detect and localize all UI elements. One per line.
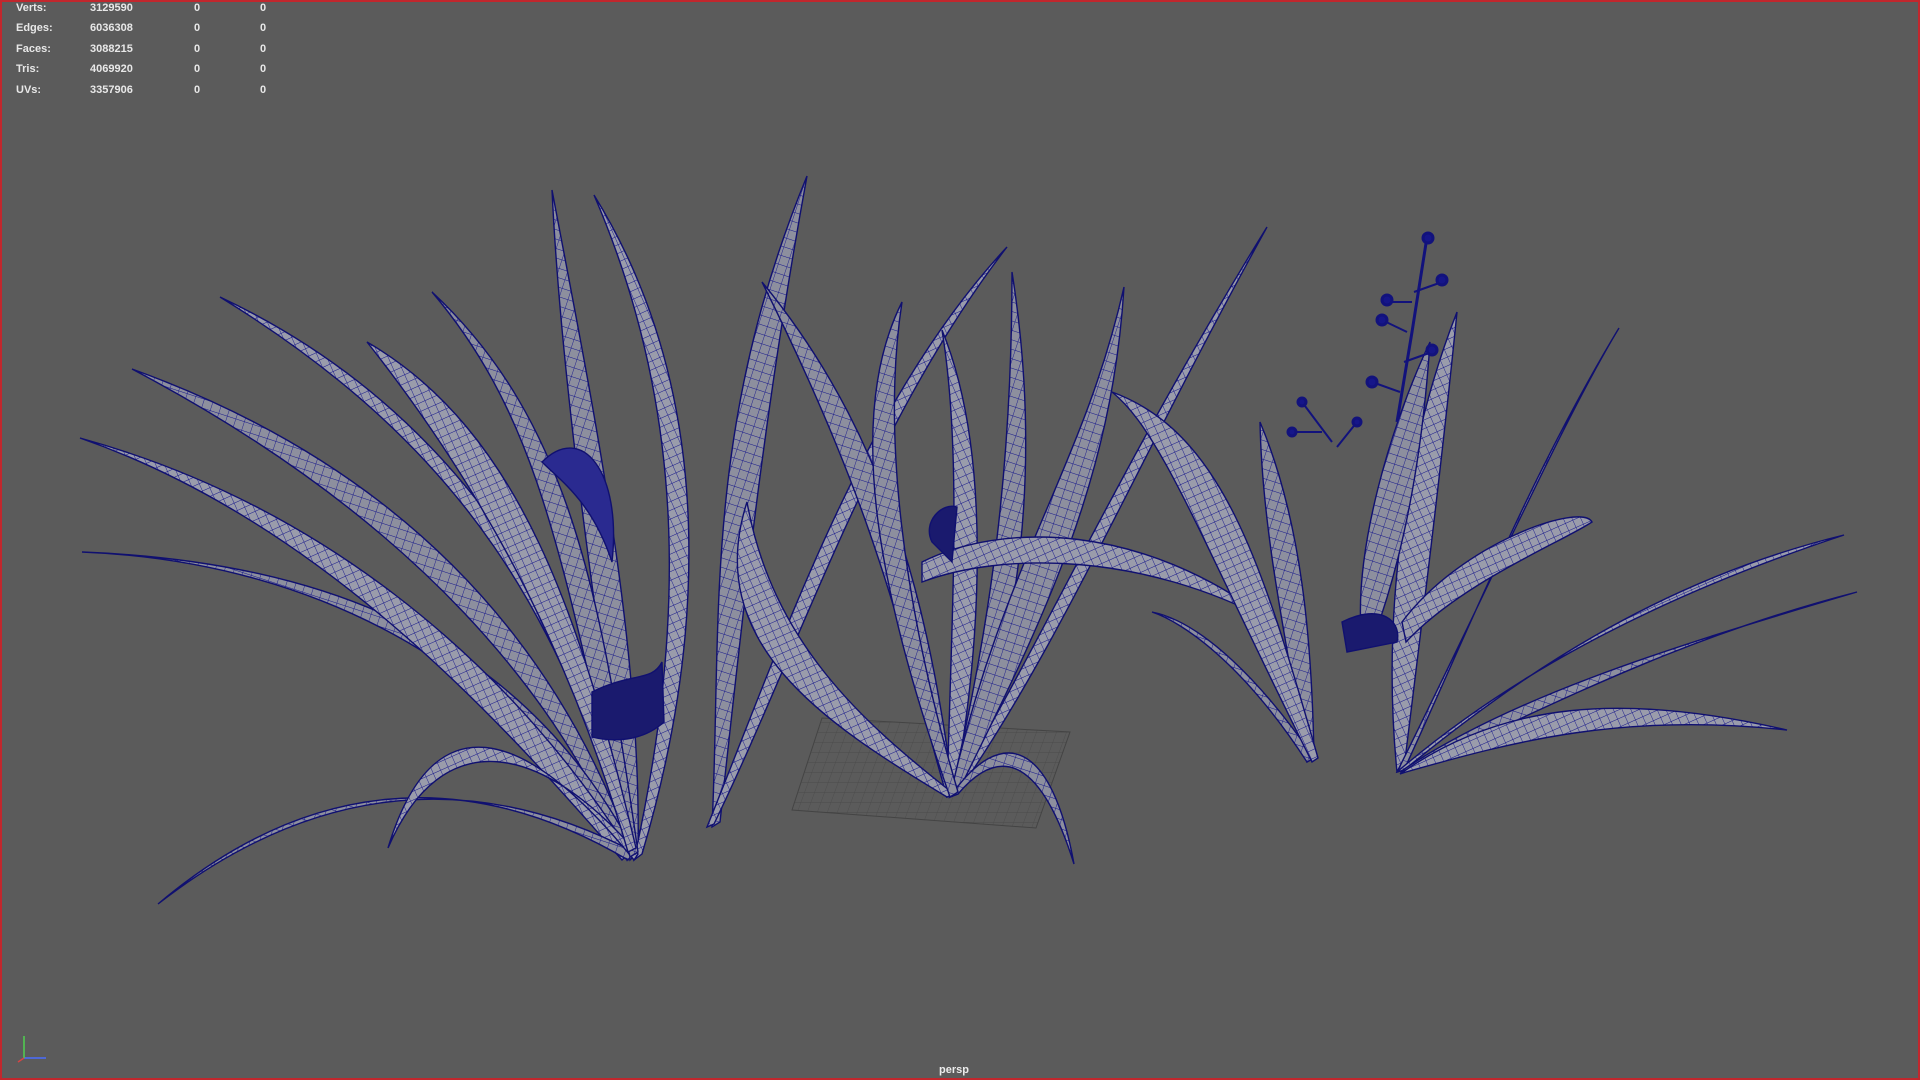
hud-label: Verts: [16, 2, 47, 14]
hud-selected: 0 [194, 42, 201, 55]
hud-component: 0 [260, 63, 267, 76]
plant-right[interactable] [1111, 311, 1858, 775]
heads-up-display-poly-count: Verts: 3129590 0 0 Edges: 6036308 0 0 Fa… [14, 2, 284, 104]
hud-row-edges: Edges: 6036308 0 0 [14, 22, 284, 42]
plant-mesh-scene[interactable] [2, 2, 1920, 1080]
hud-component: 0 [260, 22, 267, 35]
hud-total: 3129590 [90, 2, 133, 14]
hud-label: Edges: [16, 22, 53, 35]
hud-selected: 0 [194, 83, 201, 96]
hud-total: 4069920 [90, 63, 133, 76]
hud-selected: 0 [194, 63, 201, 76]
hud-label: Faces: [16, 42, 51, 55]
hud-component: 0 [260, 2, 267, 14]
hud-total: 3357906 [90, 83, 133, 96]
hud-label: Tris: [16, 63, 40, 76]
hud-total: 6036308 [90, 22, 133, 35]
hud-label: UVs: [16, 83, 42, 96]
hud-row-tris: Tris: 4069920 0 0 [14, 63, 284, 83]
maya-viewport[interactable]: Verts: 3129590 0 0 Edges: 6036308 0 0 Fa… [0, 0, 1920, 1080]
hud-row-faces: Faces: 3088215 0 0 [14, 43, 284, 63]
hud-row-verts: Verts: 3129590 0 0 [14, 2, 284, 22]
hud-selected: 0 [194, 2, 201, 14]
axis-gizmo-icon [17, 1036, 46, 1063]
hud-selected: 0 [194, 22, 201, 35]
hud-total: 3088215 [90, 42, 133, 55]
camera-name-label: persp [939, 1064, 969, 1076]
hud-component: 0 [260, 83, 267, 96]
hud-component: 0 [260, 42, 267, 55]
hud-row-uvs: UVs: 3357906 0 0 [14, 84, 284, 104]
